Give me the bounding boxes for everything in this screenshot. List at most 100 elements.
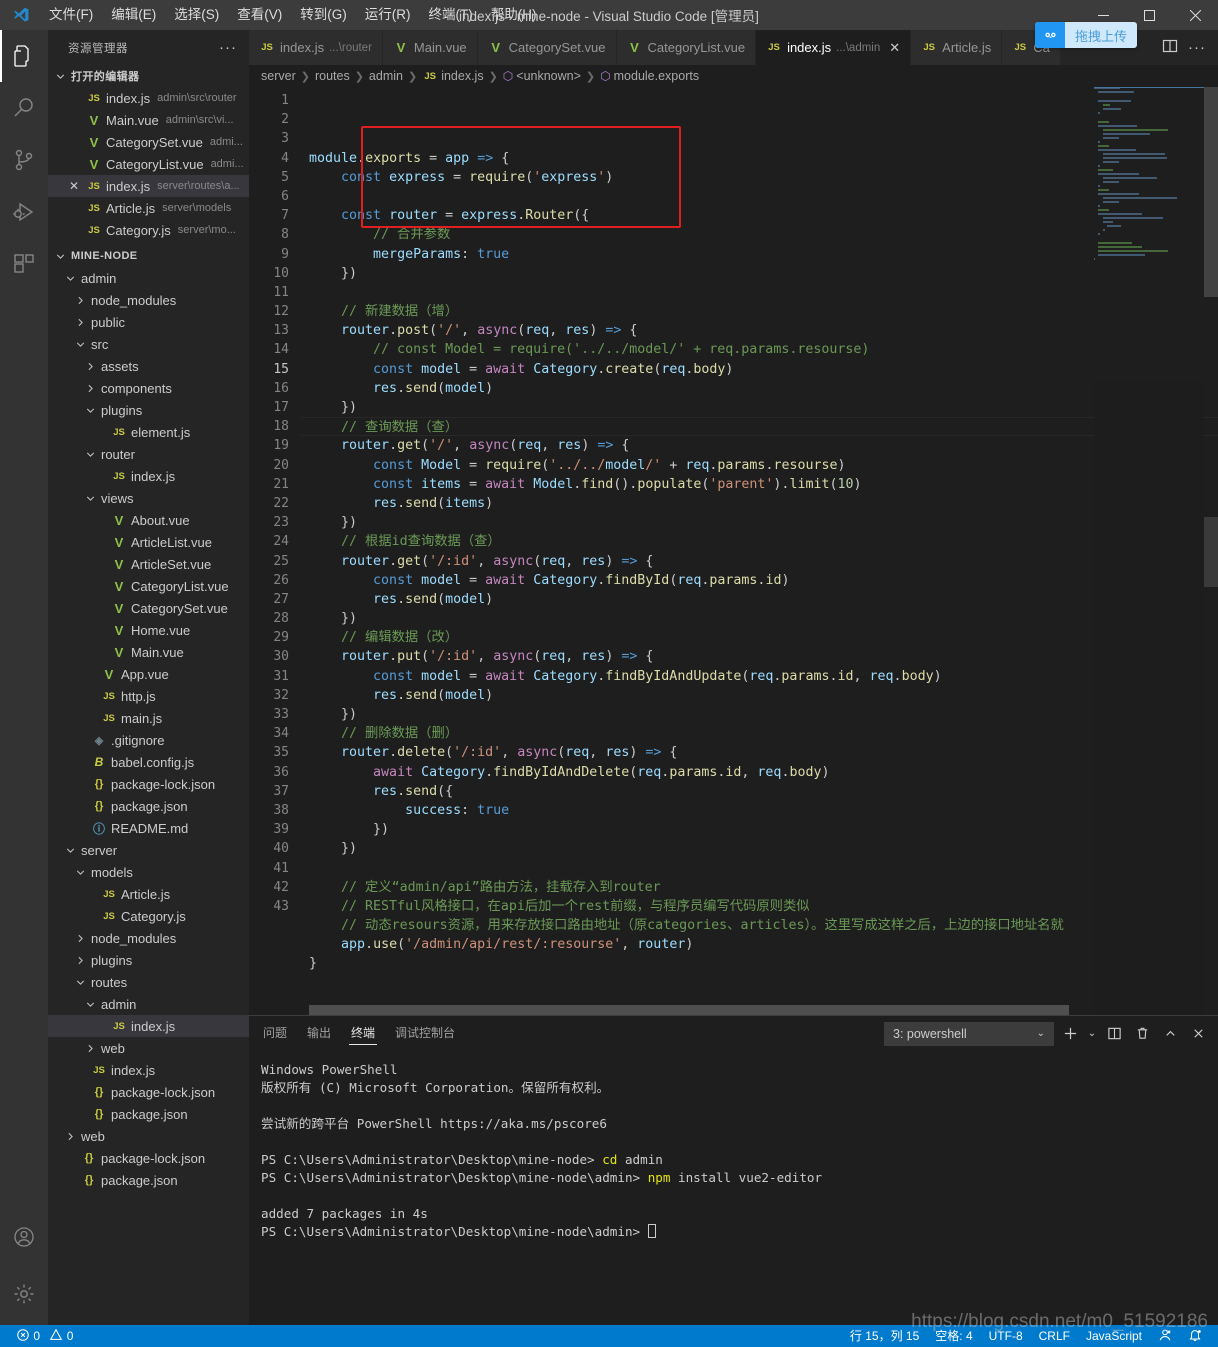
- code-line[interactable]: router.delete('/:id', async(req, res) =>…: [301, 743, 1218, 762]
- code-line[interactable]: // 删除数据（删）: [301, 724, 1218, 743]
- open-editor-item[interactable]: V Main.vue admin\src\vi...: [48, 109, 249, 131]
- upload-overlay-badge[interactable]: 拖拽上传: [1035, 22, 1138, 48]
- tree-folder-public[interactable]: public: [48, 311, 249, 333]
- editor-tab-index-js[interactable]: JS index.js ...\router: [249, 30, 383, 65]
- code-line[interactable]: router.get('/:id', async(req, res) => {: [301, 552, 1218, 571]
- account-icon[interactable]: [0, 1211, 48, 1263]
- open-editors-section-header[interactable]: 打开的编辑器: [48, 65, 249, 87]
- editor-vertical-scrollbar[interactable]: [1204, 87, 1218, 1015]
- code-line[interactable]: mergeParams: true: [301, 245, 1218, 264]
- terminal-selector-dropdown[interactable]: 3: powershell ⌄: [884, 1021, 1054, 1046]
- open-editor-item[interactable]: JS index.js admin\src\router: [48, 87, 249, 109]
- code-line[interactable]: }: [301, 954, 1218, 973]
- menu-file[interactable]: 文件(F): [40, 0, 102, 30]
- panel-tab-output[interactable]: 输出: [305, 1016, 333, 1051]
- run-debug-icon[interactable]: [0, 186, 48, 238]
- tree-file-Home.vue[interactable]: V Home.vue: [48, 619, 249, 641]
- menu-edit[interactable]: 编辑(E): [102, 0, 165, 30]
- terminal-output[interactable]: Windows PowerShell 版权所有 (C) Microsoft Cor…: [249, 1051, 1218, 1325]
- code-line[interactable]: res.send(model): [301, 686, 1218, 705]
- code-line[interactable]: // 动态resours资源，用来存放接口路由地址（原categories、ar…: [301, 916, 1218, 935]
- sidebar-more-actions-icon[interactable]: ···: [219, 39, 237, 56]
- tree-folder-models[interactable]: models: [48, 861, 249, 883]
- tree-file-package.json[interactable]: {} package.json: [48, 795, 249, 817]
- code-line[interactable]: router.post('/', async(req, res) => {: [301, 321, 1218, 340]
- code-line[interactable]: success: true: [301, 801, 1218, 820]
- editor-tab-CategorySet-vue[interactable]: V CategorySet.vue: [477, 30, 617, 65]
- breadcrumb-item-routes[interactable]: routes: [315, 69, 350, 83]
- tree-folder-src[interactable]: src: [48, 333, 249, 355]
- split-terminal-icon[interactable]: [1102, 1022, 1126, 1046]
- tree-file-Article.js[interactable]: JS Article.js: [48, 883, 249, 905]
- code-line[interactable]: // 新建数据（增）: [301, 302, 1218, 321]
- code-line[interactable]: const model = await Category.create(req.…: [301, 360, 1218, 379]
- explorer-icon[interactable]: [0, 30, 48, 82]
- tree-folder-assets[interactable]: assets: [48, 355, 249, 377]
- code-editor[interactable]: 1 2 3 4 5 6 7 8 9 10 11 12 13 14 15 16 17 18 19 20 21 22 23 24 2…: [249, 87, 1218, 1015]
- code-line[interactable]: await Category.findByIdAndDelete(req.par…: [301, 763, 1218, 782]
- open-editor-item[interactable]: V CategoryList.vue admi...: [48, 153, 249, 175]
- code-line[interactable]: // const Model = require('../../model/' …: [301, 340, 1218, 359]
- code-line[interactable]: const model = await Category.findById(re…: [301, 571, 1218, 590]
- tree-file-Main.vue[interactable]: V Main.vue: [48, 641, 249, 663]
- tree-folder-plugins[interactable]: plugins: [48, 399, 249, 421]
- menu-help[interactable]: 帮助(H): [482, 0, 546, 30]
- editor-horizontal-scrollbar[interactable]: [249, 1005, 1204, 1015]
- feedback-smiley-icon[interactable]: [1150, 1325, 1180, 1347]
- bell-icon[interactable]: [1180, 1325, 1210, 1347]
- scrollbar-thumb-secondary[interactable]: [1204, 517, 1218, 587]
- tree-folder-plugins[interactable]: plugins: [48, 949, 249, 971]
- code-line[interactable]: const express = require('express'): [301, 168, 1218, 187]
- code-line[interactable]: }): [301, 513, 1218, 532]
- language-mode-status[interactable]: JavaScript: [1078, 1325, 1150, 1347]
- code-line[interactable]: // 定义“admin/api”路由方法，挂载存入到router: [301, 878, 1218, 897]
- breadcrumb-item-server[interactable]: server: [261, 69, 296, 83]
- tree-file-package.json[interactable]: {} package.json: [48, 1103, 249, 1125]
- minimap-viewport-slider[interactable]: [1094, 87, 1204, 88]
- cursor-position-status[interactable]: 行 15，列 15: [842, 1325, 927, 1347]
- code-line[interactable]: }): [301, 705, 1218, 724]
- code-line[interactable]: const items = await Model.find().populat…: [301, 475, 1218, 494]
- extensions-icon[interactable]: [0, 238, 48, 290]
- settings-gear-icon[interactable]: [0, 1263, 48, 1325]
- tree-file-CategorySet.vue[interactable]: V CategorySet.vue: [48, 597, 249, 619]
- editor-tab-index-js[interactable]: JS index.js ...\admin ✕: [756, 30, 912, 65]
- tree-file-App.vue[interactable]: V App.vue: [48, 663, 249, 685]
- panel-tab-debug-console[interactable]: 调试控制台: [393, 1016, 457, 1051]
- kill-terminal-icon[interactable]: [1130, 1022, 1154, 1046]
- editor-more-actions-icon[interactable]: ···: [1188, 39, 1206, 56]
- code-line[interactable]: }): [301, 609, 1218, 628]
- hscrollbar-thumb[interactable]: [309, 1005, 1069, 1015]
- eol-status[interactable]: CRLF: [1031, 1325, 1078, 1347]
- tree-file-About.vue[interactable]: V About.vue: [48, 509, 249, 531]
- tree-file-package-lock.json[interactable]: {} package-lock.json: [48, 1081, 249, 1103]
- scrollbar-thumb[interactable]: [1204, 87, 1218, 297]
- source-control-icon[interactable]: [0, 134, 48, 186]
- breadcrumb-item-admin[interactable]: admin: [369, 69, 403, 83]
- open-editor-item[interactable]: JS Article.js server\models: [48, 197, 249, 219]
- tab-close-icon[interactable]: ✕: [889, 40, 900, 56]
- editor-tab-Main-vue[interactable]: V Main.vue: [382, 30, 478, 65]
- menu-view[interactable]: 查看(V): [228, 0, 291, 30]
- menu-bar[interactable]: 文件(F) 编辑(E) 选择(S) 查看(V) 转到(G) 运行(R) 终端(T…: [40, 0, 546, 30]
- tree-folder-web[interactable]: web: [48, 1125, 249, 1147]
- code-line[interactable]: // 编辑数据（改）: [301, 628, 1218, 647]
- open-editor-item[interactable]: ✕ JS index.js server\routes\a...: [48, 175, 249, 197]
- panel-tab-terminal[interactable]: 终端: [349, 1016, 378, 1051]
- tree-folder-router[interactable]: router: [48, 443, 249, 465]
- code-line[interactable]: const router = express.Router({: [301, 206, 1218, 225]
- code-line[interactable]: module.exports = app => {: [301, 149, 1218, 168]
- tree-file-element.js[interactable]: JS element.js: [48, 421, 249, 443]
- code-line[interactable]: res.send(model): [301, 590, 1218, 609]
- tree-file-package-lock.json[interactable]: {} package-lock.json: [48, 773, 249, 795]
- close-editor-icon[interactable]: ✕: [66, 179, 82, 193]
- code-line[interactable]: [301, 283, 1218, 302]
- code-line[interactable]: }): [301, 264, 1218, 283]
- close-button[interactable]: [1172, 0, 1218, 30]
- tree-file-.gitignore[interactable]: ◈ .gitignore: [48, 729, 249, 751]
- open-editor-item[interactable]: JS Category.js server\mo...: [48, 219, 249, 241]
- code-line[interactable]: // 根据id查询数据（查）: [301, 532, 1218, 551]
- open-editor-item[interactable]: V CategorySet.vue admi...: [48, 131, 249, 153]
- tree-file-index.js[interactable]: JS index.js: [48, 465, 249, 487]
- tree-file-CategoryList.vue[interactable]: V CategoryList.vue: [48, 575, 249, 597]
